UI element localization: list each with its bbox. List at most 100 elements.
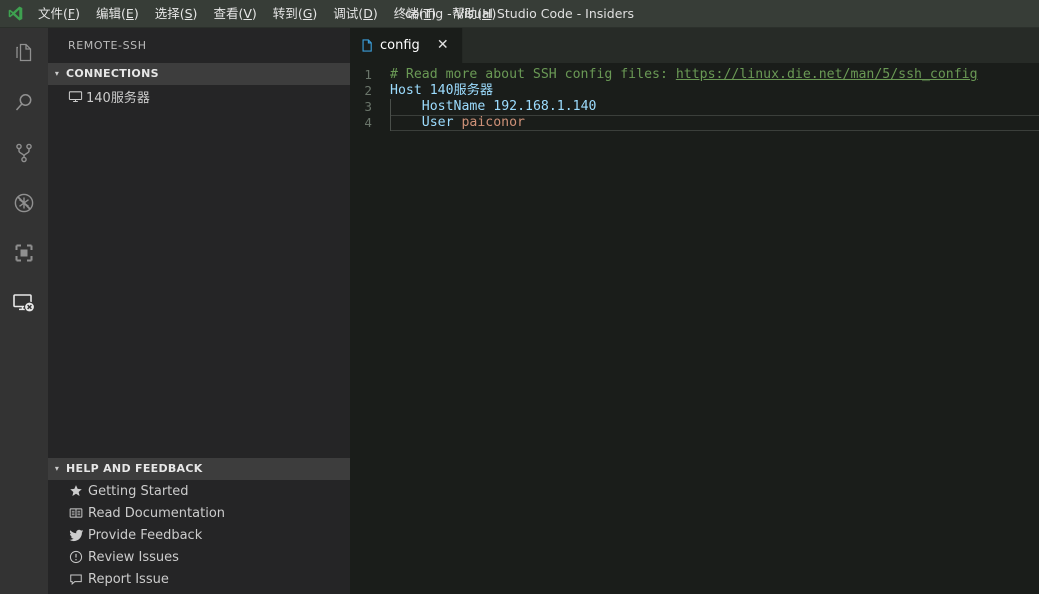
comment-icon: [64, 572, 88, 586]
section-header-connections[interactable]: ▾ CONNECTIONS: [48, 63, 350, 85]
debug-disabled-icon: [12, 191, 36, 215]
sidebar-title: REMOTE-SSH: [68, 39, 147, 52]
help-item-review-issues-label: Review Issues: [88, 549, 179, 565]
menu-file-label: 文件: [38, 5, 64, 21]
issues-icon: [64, 550, 88, 564]
menu-help-mnemonic: H: [482, 5, 492, 21]
book-icon: [64, 506, 88, 520]
help-item-getting-started-label: Getting Started: [88, 483, 189, 499]
line-number: 1: [364, 67, 372, 82]
code-token-indent: [390, 115, 422, 130]
chevron-down-icon-help: ▾: [54, 464, 60, 473]
monitor-icon: [64, 89, 86, 104]
code-token-link[interactable]: https://linux.die.net/man/5/ssh_config: [676, 67, 978, 82]
activitybar-item-extensions[interactable]: [0, 228, 48, 278]
search-icon: [12, 91, 36, 115]
code-token-comment: # Read more about SSH config files:: [390, 67, 676, 82]
activitybar-item-remote-explorer[interactable]: [0, 278, 48, 328]
menu-edit-label: 编辑: [96, 5, 122, 21]
section-header-connections-label: CONNECTIONS: [66, 67, 159, 80]
code-token-value: 192.168.1.140: [493, 99, 597, 114]
twitter-icon: [64, 528, 88, 543]
line-content: # Read more about SSH config files: http…: [390, 67, 1039, 83]
menu-edit[interactable]: 编辑(E): [88, 0, 147, 28]
remote-explorer-icon: [11, 290, 37, 316]
code-line: 3 HostName 192.168.1.140: [350, 99, 1039, 115]
connections-tree: 140服务器: [48, 85, 350, 458]
line-number: 2: [364, 83, 372, 98]
help-item-provide-feedback-label: Provide Feedback: [88, 527, 203, 543]
menu-view-label: 查看: [213, 5, 239, 21]
activitybar-item-search[interactable]: [0, 78, 48, 128]
code-token-keyword: User: [421, 115, 454, 130]
menu-go[interactable]: 转到(G): [265, 0, 325, 28]
menu-help[interactable]: 帮助(H): [444, 0, 504, 28]
connection-item[interactable]: 140服务器: [48, 85, 350, 107]
menu-view-mnemonic: V: [243, 5, 252, 21]
menu-go-mnemonic: G: [302, 5, 313, 21]
menu-file[interactable]: 文件(F): [30, 0, 88, 28]
menu-selection[interactable]: 选择(S): [147, 0, 206, 28]
indent-guide: [390, 115, 391, 131]
editor-group: config ✕ 1 # Read more about SSH config …: [350, 28, 1039, 594]
code-line: 2 Host 140服务器: [350, 83, 1039, 99]
code-token-value: 140服务器: [429, 83, 494, 98]
help-item-provide-feedback[interactable]: Provide Feedback: [48, 524, 350, 546]
menu-terminal[interactable]: 终端(T): [386, 0, 444, 28]
menu-selection-mnemonic: S: [184, 5, 193, 21]
menu-file-mnemonic: F: [67, 5, 76, 21]
tab-config[interactable]: config ✕: [350, 28, 463, 63]
help-item-report-issue[interactable]: Report Issue: [48, 568, 350, 590]
code-token-keyword: HostName: [421, 99, 486, 114]
file-icon: [360, 38, 380, 53]
section-header-help-and-feedback-label: HELP AND FEEDBACK: [66, 462, 203, 475]
menu-debug-mnemonic: D: [363, 5, 373, 21]
menu-help-label: 帮助: [452, 5, 478, 21]
activitybar-item-run-and-debug[interactable]: [0, 178, 48, 228]
tab-bar: config ✕: [350, 28, 1039, 63]
line-content: Host 140服务器: [390, 83, 1039, 99]
extensions-icon: [12, 241, 36, 265]
tab-close-icon[interactable]: ✕: [434, 37, 452, 55]
connection-item-label: 140服务器: [86, 90, 150, 106]
code-token-indent: [390, 99, 422, 114]
help-item-report-issue-label: Report Issue: [88, 571, 169, 587]
chevron-down-icon: ▾: [54, 69, 60, 78]
menu-view[interactable]: 查看(V): [205, 0, 264, 28]
code-line: 1 # Read more about SSH config files: ht…: [350, 67, 1039, 83]
section-header-help-and-feedback[interactable]: ▾ HELP AND FEEDBACK: [48, 458, 350, 480]
help-item-getting-started[interactable]: Getting Started: [48, 480, 350, 502]
menu-terminal-label: 终端: [393, 5, 419, 21]
help-and-feedback-list: Getting Started Read Documentation Provi…: [48, 480, 350, 594]
menu-debug[interactable]: 调试(D): [325, 0, 385, 28]
line-content: User paiconor: [390, 115, 1039, 131]
activity-bar: [0, 28, 48, 594]
menu-bar[interactable]: 文件(F) 编辑(E) 选择(S) 查看(V) 转到(G) 调试(D) 终端(T…: [30, 0, 504, 28]
activitybar-item-explorer[interactable]: [0, 28, 48, 78]
line-number: 4: [364, 115, 372, 130]
menu-debug-label: 调试: [333, 5, 359, 21]
code-token-string: paiconor: [461, 115, 526, 130]
line-content: HostName 192.168.1.140: [390, 99, 1039, 115]
menu-terminal-mnemonic: T: [423, 5, 432, 21]
help-item-read-documentation-label: Read Documentation: [88, 505, 226, 521]
help-item-review-issues[interactable]: Review Issues: [48, 546, 350, 568]
title-bar: 文件(F) 编辑(E) 选择(S) 查看(V) 转到(G) 调试(D) 终端(T…: [0, 0, 1039, 28]
sidebar: REMOTE-SSH ▾ CONNECTIONS 140服务器 ▾ HELP A…: [48, 28, 350, 594]
code-content: 1 # Read more about SSH config files: ht…: [350, 63, 1039, 131]
line-number: 3: [364, 99, 372, 114]
star-icon: [64, 484, 88, 498]
activitybar-item-source-control[interactable]: [0, 128, 48, 178]
menu-selection-label: 选择: [154, 5, 180, 21]
code-editor[interactable]: 1 # Read more about SSH config files: ht…: [350, 63, 1039, 594]
source-control-icon: [12, 141, 36, 165]
indent-guide: [390, 99, 391, 115]
code-token-keyword: Host: [390, 83, 422, 98]
code-line-current: 4 User paiconor: [350, 115, 1039, 131]
help-item-read-documentation[interactable]: Read Documentation: [48, 502, 350, 524]
tab-config-label: config: [380, 38, 420, 53]
vscode-insiders-logo-icon: [0, 0, 30, 28]
menu-go-label: 转到: [272, 5, 298, 21]
files-icon: [12, 41, 36, 65]
